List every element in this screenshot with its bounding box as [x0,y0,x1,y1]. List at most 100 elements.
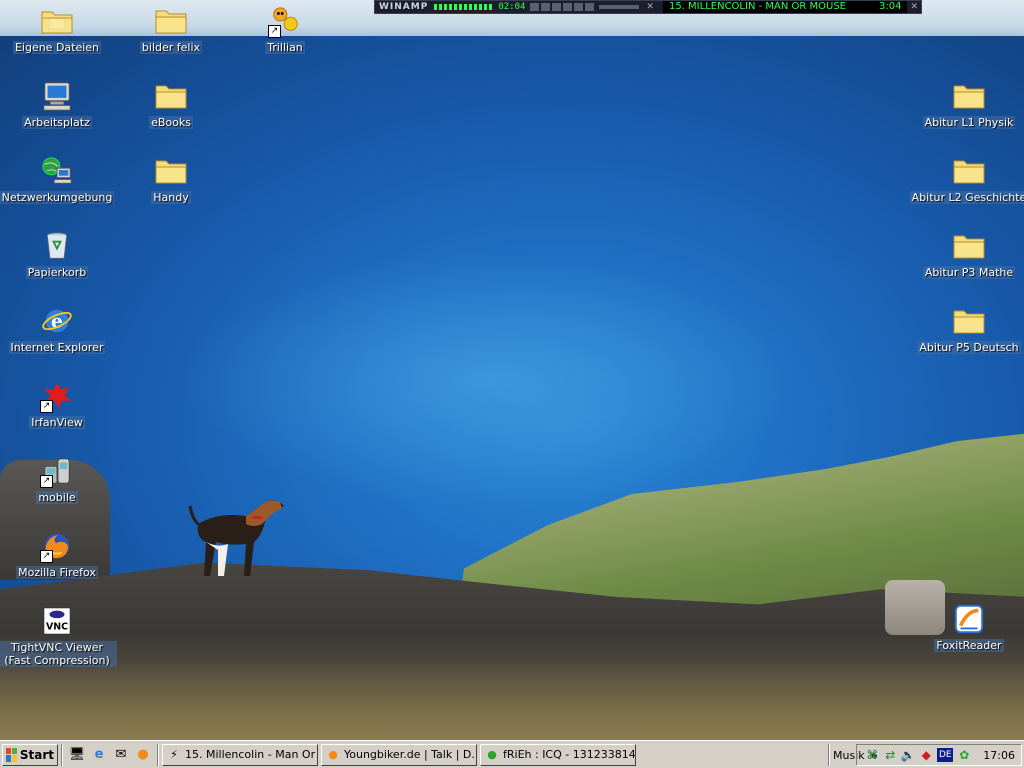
task-label: fRiEh : ICQ - 131233814 [503,748,636,761]
taskbar: Start 🖥 e ✉ ● ⚡ 15. Millencolin - Man Or… [0,740,1024,768]
desktop-icon-papierkorb[interactable]: Papierkorb [0,229,117,279]
windows-logo-icon [6,747,17,762]
icon-label: Netzwerkumgebung [0,191,115,204]
desktop-icon-abitur-l2-geschichte[interactable]: Abitur L2 Geschichte [909,154,1024,204]
desktop-icon-mozilla-firefox[interactable]: ↗ Mozilla Firefox [0,529,117,579]
start-label: Start [19,747,54,762]
shortcut-arrow-icon: ↗ [268,25,281,38]
internet-explorer-icon: e [40,304,74,338]
shortcut-arrow-icon: ↗ [40,475,53,488]
icon-label: Trillian [265,41,305,54]
mobile-phone-icon: ↗ [40,454,74,488]
icon-label: FoxitReader [934,639,1004,652]
show-desktop-icon[interactable]: 🖥 [68,746,86,764]
icon-label: TightVNC Viewer (Fast Compression) [0,641,117,667]
icon-label: Mozilla Firefox [16,566,98,579]
winamp-elapsed-time: 02:04 [498,2,526,12]
wallpaper-sea-glow [180,250,800,510]
firefox-icon: ● [328,748,338,761]
taskbar-separator [828,744,830,766]
winamp-stop-button[interactable] [563,3,573,11]
shortcut-arrow-icon: ↗ [40,400,53,413]
folder-icon [154,79,188,113]
start-button[interactable]: Start [2,743,58,766]
desktop-icon-bilder-felix[interactable]: bilder felix [111,4,231,54]
icon-label: Eigene Dateien [12,41,102,54]
winamp-icon: ⚡ [170,748,178,761]
icon-label: bilder felix [139,41,203,54]
folder-icon [952,79,986,113]
folder-icon [154,4,188,38]
task-label: 15. Millencolin - Man Or ... [185,748,318,761]
network-icon [40,154,74,188]
desktop-icon-eigene-dateien[interactable]: Eigene Dateien [0,4,117,54]
wallpaper-grass [0,660,1024,740]
language-indicator[interactable]: DE [937,748,954,762]
task-label: Youngbiker.de | Talk | D... [344,748,477,761]
desktop-icon-abitur-l1-physik[interactable]: Abitur L1 Physik [909,79,1024,129]
desktop-icon-abitur-p5-deutsch[interactable]: Abitur P5 Deutsch [909,304,1024,354]
icon-label: mobile [36,491,78,504]
folder-icon [952,304,986,338]
winamp-play-button[interactable] [541,3,551,11]
desktop-icon-arbeitsplatz[interactable]: Arbeitsplatz [0,79,117,129]
icq-tray-icon[interactable]: ✿ [956,747,972,763]
connection-tray-icon[interactable]: ⇄ [882,747,898,763]
winamp-track-length: 3:04 [872,1,908,13]
desktop-icon-trillian[interactable]: ↗ Trillian [225,4,345,54]
my-documents-icon [40,4,74,38]
firefox-icon: ↗ [40,529,74,563]
desktop-icon-handy[interactable]: Handy [111,154,231,204]
icon-label: IrfanView [29,416,85,429]
foxit-reader-icon [952,602,986,636]
icon-label: Internet Explorer [8,341,106,354]
winamp-visualizer [434,4,495,10]
winamp-title: WINAMP [379,2,429,12]
trillian-icon: ↗ [268,4,302,38]
winamp-pause-button[interactable] [552,3,562,11]
taskbar-separator [157,743,159,766]
winamp-next-button[interactable] [574,3,584,11]
clock[interactable]: 17:06 [983,749,1015,762]
svg-text:VNC: VNC [46,621,68,632]
irfanview-icon: ↗ [40,379,74,413]
taskbar-separator [61,743,63,766]
task-button-firefox[interactable]: ● Youngbiker.de | Talk | D... [321,743,477,766]
task-button-winamp[interactable]: ⚡ 15. Millencolin - Man Or ... [162,743,318,766]
folder-icon [952,154,986,188]
ie-icon[interactable]: e [90,746,108,764]
network-tray-icon[interactable]: ⌘ [864,747,880,763]
recycle-bin-icon [40,229,74,263]
desktop-icon-mobile[interactable]: ↗ mobile [0,454,117,504]
icon-label: Abitur P5 Deutsch [917,341,1021,354]
icq-icon: ● [487,748,497,761]
folder-icon [154,154,188,188]
close-icon[interactable]: ✕ [907,2,921,12]
desktop-icon-netzwerkumgebung[interactable]: Netzwerkumgebung [0,154,117,204]
system-tray: ⌘ ⇄ 🔈 ◆ DE ✿ 17:06 [856,744,1022,766]
icon-label: Handy [151,191,191,204]
firefox-icon[interactable]: ● [134,746,152,764]
task-button-icq[interactable]: ● fRiEh : ICQ - 131233814 [480,743,636,766]
winamp-prev-button[interactable] [530,3,540,11]
winamp-track-title: 15. MILLENCOLIN - MAN OR MOUSE [662,1,873,13]
shortcut-arrow-icon: ↗ [40,550,53,563]
app-tray-icon[interactable]: ◆ [918,747,934,763]
tightvnc-icon: VNC [40,604,74,638]
winamp-eject-button[interactable] [585,3,595,11]
desktop-icon-irfanview[interactable]: ↗ IrfanView [0,379,117,429]
volume-icon[interactable]: 🔈 [900,747,916,763]
desktop-icon-internet-explorer[interactable]: e Internet Explorer [0,304,117,354]
desktop-icon-ebooks[interactable]: eBooks [111,79,231,129]
icon-label: Papierkorb [25,266,89,279]
outlook-icon[interactable]: ✉ [112,746,130,764]
icon-label: Abitur L1 Physik [922,116,1016,129]
icon-label: Arbeitsplatz [22,116,92,129]
close-icon[interactable]: ✕ [643,2,657,12]
winamp-window[interactable]: WINAMP 02:04 ✕ 15. MILLENCOLIN - MAN OR … [374,0,922,14]
desktop-icon-abitur-p3-mathe[interactable]: Abitur P3 Mathe [909,229,1024,279]
icon-label: eBooks [149,116,193,129]
desktop-icon-tightvnc-viewer[interactable]: VNC TightVNC Viewer (Fast Compression) [0,604,117,667]
desktop-icon-foxitreader[interactable]: FoxitReader [909,602,1024,652]
winamp-seek-slider[interactable] [599,5,640,9]
